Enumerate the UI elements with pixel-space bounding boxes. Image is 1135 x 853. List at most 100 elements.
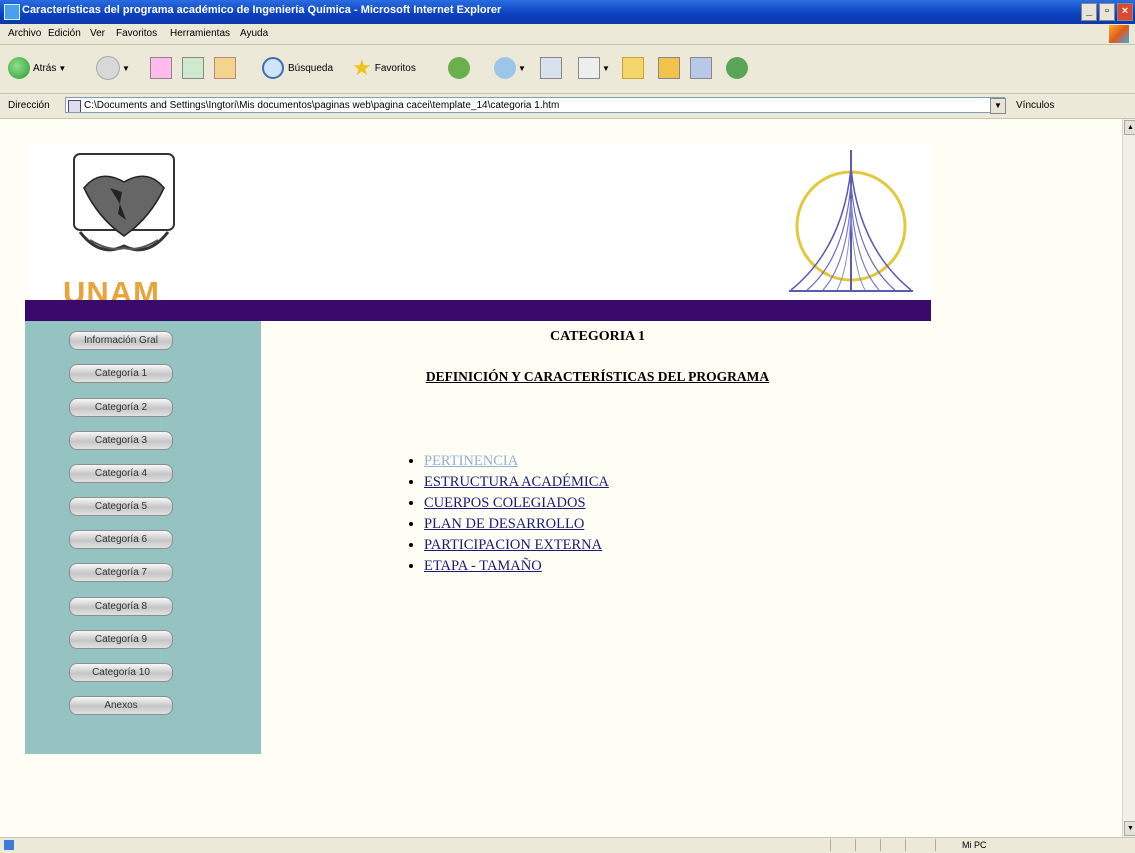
chevron-down-icon: ▼ [518,63,526,73]
edit-button[interactable]: ▼ [578,52,610,84]
link-cuerpos-colegiados[interactable]: CUERPOS COLEGIADOS [424,495,586,511]
security-zone: Mi PC [962,840,987,850]
header-banner: UNAM [25,144,931,310]
messenger-button[interactable] [658,52,680,84]
search-label: Búsqueda [288,62,334,74]
mail-button[interactable]: ▼ [494,52,526,84]
forward-arrow-icon [96,56,120,80]
address-bar: Dirección C:\Documents and Settings\Ingt… [0,94,1135,119]
nav-categoria-3[interactable]: Categoría 3 [69,431,173,450]
research-button[interactable] [690,52,712,84]
list-item: ESTRUCTURA ACADÉMICA [424,472,609,493]
home-button[interactable] [214,52,236,84]
menu-favoritos[interactable]: Favoritos [116,28,157,39]
links-button[interactable]: Vínculos [1016,100,1054,111]
link-participacion-externa[interactable]: PARTICIPACION EXTERNA [424,537,602,553]
ie-icon [4,4,20,20]
faculty-emblem-logo [789,150,913,292]
nav-categoria-4[interactable]: Categoría 4 [69,464,173,483]
folder-button[interactable] [622,52,644,84]
page-status-icon [4,840,14,850]
menu-herramientas[interactable]: Herramientas [170,28,230,39]
status-divider [905,839,906,851]
print-button[interactable] [540,52,562,84]
nav-categoria-6[interactable]: Categoría 6 [69,530,173,549]
page-icon [68,100,81,112]
nav-anexos[interactable]: Anexos [69,696,173,715]
chevron-down-icon: ▼ [58,63,67,73]
toolbar: Atrás ▼ ▼ Búsqueda ★ Favoritos ▼ ▼ [0,45,1135,94]
list-item: PARTICIPACION EXTERNA [424,535,609,556]
refresh-icon [182,57,204,79]
favorites-button[interactable]: ★ Favoritos [352,52,416,84]
list-item: ETAPA - TAMAÑO [424,556,609,577]
unam-seal-logo [73,153,175,252]
search-button[interactable]: Búsqueda [262,52,333,84]
category-title: CATEGORIA 1 [549,329,646,344]
address-label: Dirección [8,100,50,111]
minimize-button[interactable]: _ [1081,3,1097,21]
messenger-icon [658,57,680,79]
nav-informacion-gral[interactable]: Información Gral [69,331,173,350]
home-icon [214,57,236,79]
favorites-label: Favoritos [374,62,416,74]
close-button[interactable]: × [1117,3,1133,21]
nav-categoria-2[interactable]: Categoría 2 [69,398,173,417]
refresh-button[interactable] [182,52,204,84]
stop-icon [150,57,172,79]
scroll-down-icon[interactable]: ▼ [1124,821,1135,836]
search-icon [262,57,284,79]
chevron-down-icon: ▼ [122,63,130,73]
address-input[interactable]: C:\Documents and Settings\Ingtori\Mis do… [65,97,1005,113]
menu-ver[interactable]: Ver [90,28,105,39]
maximize-button[interactable]: ▫ [1099,3,1115,21]
stop-button[interactable] [150,52,172,84]
address-url: C:\Documents and Settings\Ingtori\Mis do… [84,100,560,111]
status-bar: Mi PC [0,837,1135,853]
back-arrow-icon [8,57,30,79]
status-divider [935,839,936,851]
history-button[interactable] [448,52,470,84]
msn-button[interactable] [726,52,748,84]
status-divider [830,839,831,851]
status-divider [880,839,881,851]
menu-ayuda[interactable]: Ayuda [240,28,268,39]
chevron-down-icon: ▼ [602,63,610,73]
folder-icon [622,57,644,79]
list-item: CUERPOS COLEGIADOS [424,493,609,514]
nav-categoria-8[interactable]: Categoría 8 [69,597,173,616]
link-etapa-tamano[interactable]: ETAPA - TAMAÑO [424,558,542,574]
scroll-up-icon[interactable]: ▲ [1124,120,1135,135]
history-icon [448,57,470,79]
list-item: PERTINENCIA [424,451,609,472]
nav-categoria-10[interactable]: Categoría 10 [69,663,173,682]
link-pertinencia[interactable]: PERTINENCIA [424,453,518,469]
nav-categoria-1[interactable]: Categoría 1 [69,364,173,383]
nav-categoria-9[interactable]: Categoría 9 [69,630,173,649]
back-button[interactable]: Atrás ▼ [8,52,66,84]
list-item: PLAN DE DESARROLLO [424,514,609,535]
mail-icon [494,57,516,79]
nav-categoria-7[interactable]: Categoría 7 [69,563,173,582]
link-estructura-academica[interactable]: ESTRUCTURA ACADÉMICA [424,474,609,490]
nav-categoria-5[interactable]: Categoría 5 [69,497,173,516]
menu-archivo[interactable]: Archivo [8,28,41,39]
section-title[interactable]: DEFINICIÓN Y CARACTERÍSTICAS DEL PROGRAM… [300,369,895,385]
address-dropdown-button[interactable]: ▼ [990,98,1006,114]
star-icon: ★ [352,55,372,80]
page-viewport: UNAM Información Gral Categoría 1 Catego… [0,119,1122,837]
msn-icon [726,57,748,79]
edit-icon [578,57,600,79]
print-icon [540,57,562,79]
vertical-scrollbar[interactable]: ▲ ▼ [1122,119,1135,837]
menu-bar: Archivo Edición Ver Favoritos Herramient… [0,24,1135,45]
menu-edicion[interactable]: Edición [48,28,81,39]
window-title: Características del programa académico d… [22,4,502,16]
back-label: Atrás [33,62,57,74]
status-divider [855,839,856,851]
sidebar-nav: Información Gral Categoría 1 Categoría 2… [25,321,261,754]
forward-button[interactable]: ▼ [96,52,130,84]
window-title-bar[interactable]: Características del programa académico d… [0,0,1135,24]
link-plan-de-desarrollo[interactable]: PLAN DE DESARROLLO [424,516,584,532]
header-divider-bar [25,300,931,321]
